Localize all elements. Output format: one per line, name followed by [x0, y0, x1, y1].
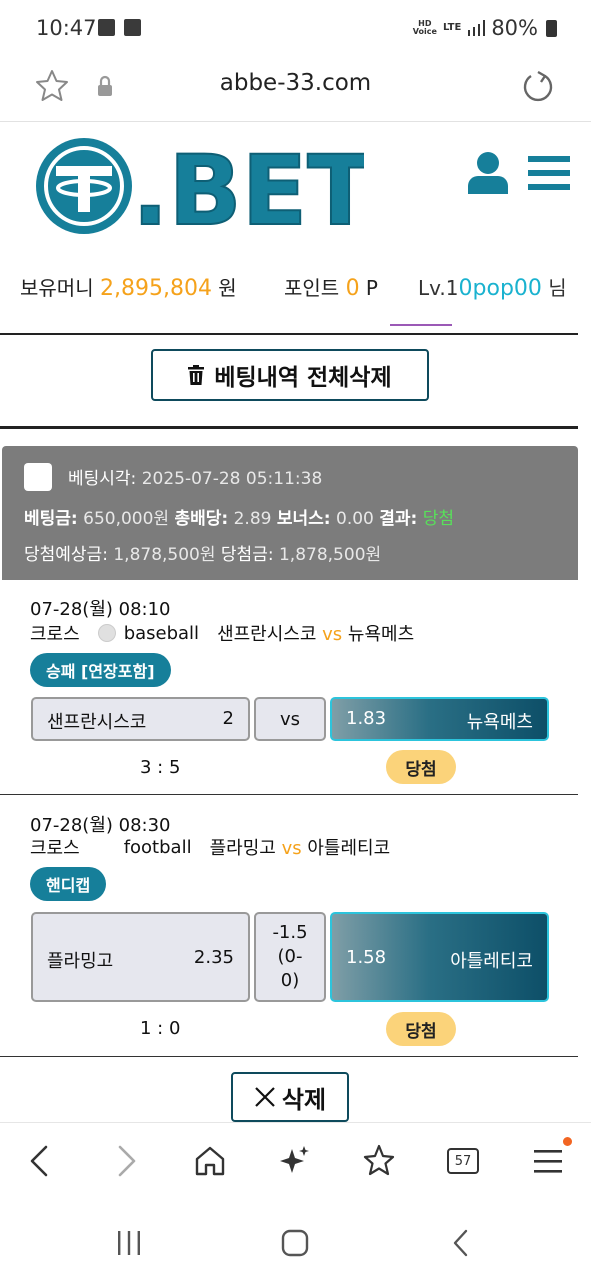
level-underline: [390, 324, 452, 326]
home-odds-option[interactable]: 플라밍고 2.35: [31, 912, 250, 1002]
divider: [0, 1056, 578, 1057]
tabs-button[interactable]: 57: [447, 1148, 479, 1174]
gallery-icon: [98, 19, 115, 36]
delete-all-bets-button[interactable]: 베팅내역 전체삭제: [151, 349, 429, 401]
home-odds-option[interactable]: 샌프란시스코 2: [31, 697, 250, 741]
logo-text: .BET: [132, 136, 364, 236]
bet-summary: 베팅시각: 2025-07-28 05:11:38 베팅금: 650,000원 …: [2, 446, 578, 580]
game-result-badge: 당첨: [386, 750, 456, 784]
bet-result: 당첨: [422, 509, 455, 529]
point-info: 포인트 0 P: [284, 276, 378, 301]
status-bar: 10:47 HD Voice LTE 80%: [0, 0, 591, 56]
hd-voice-icon: HD Voice: [412, 19, 437, 36]
home-icon[interactable]: [192, 1143, 228, 1179]
divider: [0, 333, 578, 335]
draw-option[interactable]: vs: [254, 697, 326, 741]
trash-icon: [188, 365, 205, 385]
divider: [0, 426, 578, 429]
system-back-icon[interactable]: [446, 1228, 476, 1258]
url-text[interactable]: abbe-33.com: [0, 70, 591, 96]
ai-sparkle-icon[interactable]: [277, 1143, 313, 1179]
away-odds-option-selected[interactable]: 1.83 뉴욕메츠: [330, 697, 549, 741]
game-score: 1 : 0: [140, 1018, 181, 1039]
game-datetime: 07-28(월) 08:10: [30, 599, 171, 620]
browser-url-bar: abbe-33.com: [0, 56, 591, 122]
battery-percent: 80%: [491, 16, 538, 40]
home-button-icon[interactable]: [280, 1228, 310, 1258]
reload-icon[interactable]: [520, 68, 556, 104]
bet-winnings: 당첨예상금: 1,878,500원 당첨금: 1,878,500원: [24, 545, 382, 565]
site-logo[interactable]: .BET: [34, 136, 364, 236]
away-odds-option-selected[interactable]: 1.58 아틀레티코: [330, 912, 549, 1002]
battery-icon: [546, 19, 557, 37]
user-icon[interactable]: [466, 150, 510, 194]
user-level-info[interactable]: Lv.10pop00 님: [418, 272, 567, 301]
baseball-icon: [97, 624, 116, 642]
checkbox-notification-icon: [124, 19, 141, 36]
divider: [0, 794, 578, 795]
android-nav-bar: [0, 1202, 591, 1280]
market-badge: 승패 [연장포함]: [30, 653, 171, 687]
balance-row: 보유머니 2,895,804 원 포인트 0 P Lv.10pop00 님: [0, 268, 591, 308]
market-badge: 핸디캡: [30, 867, 107, 901]
delete-bet-button[interactable]: 삭제: [231, 1072, 349, 1122]
game-info: 크로스 football 플라밍고 vs 아틀레티코: [30, 836, 391, 860]
point-value: 0: [345, 276, 360, 301]
bet-amounts: 베팅금: 650,000원 총배당: 2.89 보너스: 0.00 결과: 당첨: [24, 509, 455, 529]
bet-select-checkbox[interactable]: [24, 463, 52, 491]
site-header: .BET: [0, 122, 591, 262]
close-icon: [255, 1087, 275, 1107]
browser-bottom-bar: [0, 1122, 591, 1202]
hamburger-menu-icon[interactable]: [528, 156, 570, 190]
more-menu-icon[interactable]: [530, 1143, 566, 1179]
bookmarks-icon[interactable]: [361, 1143, 397, 1179]
money-value: 2,895,804: [99, 276, 212, 301]
game-info: 크로스 baseball 샌프란시스코 vs 뉴욕메츠: [30, 622, 415, 646]
signal-icon: [468, 20, 486, 36]
recent-apps-icon[interactable]: [114, 1228, 144, 1258]
handicap-line[interactable]: -1.5 (0- 0): [254, 912, 326, 1002]
game-result-badge: 당첨: [386, 1012, 456, 1046]
money-info: 보유머니 2,895,804 원: [20, 276, 237, 301]
bet-time: 베팅시각: 2025-07-28 05:11:38: [68, 469, 323, 489]
status-time: 10:47: [36, 16, 97, 40]
lte-icon: LTE: [442, 22, 462, 33]
notification-dot: [563, 1137, 572, 1146]
game-score: 3 : 5: [140, 757, 181, 778]
forward-icon[interactable]: [108, 1143, 144, 1179]
back-icon[interactable]: [22, 1143, 58, 1179]
username: 0pop00: [458, 276, 542, 301]
